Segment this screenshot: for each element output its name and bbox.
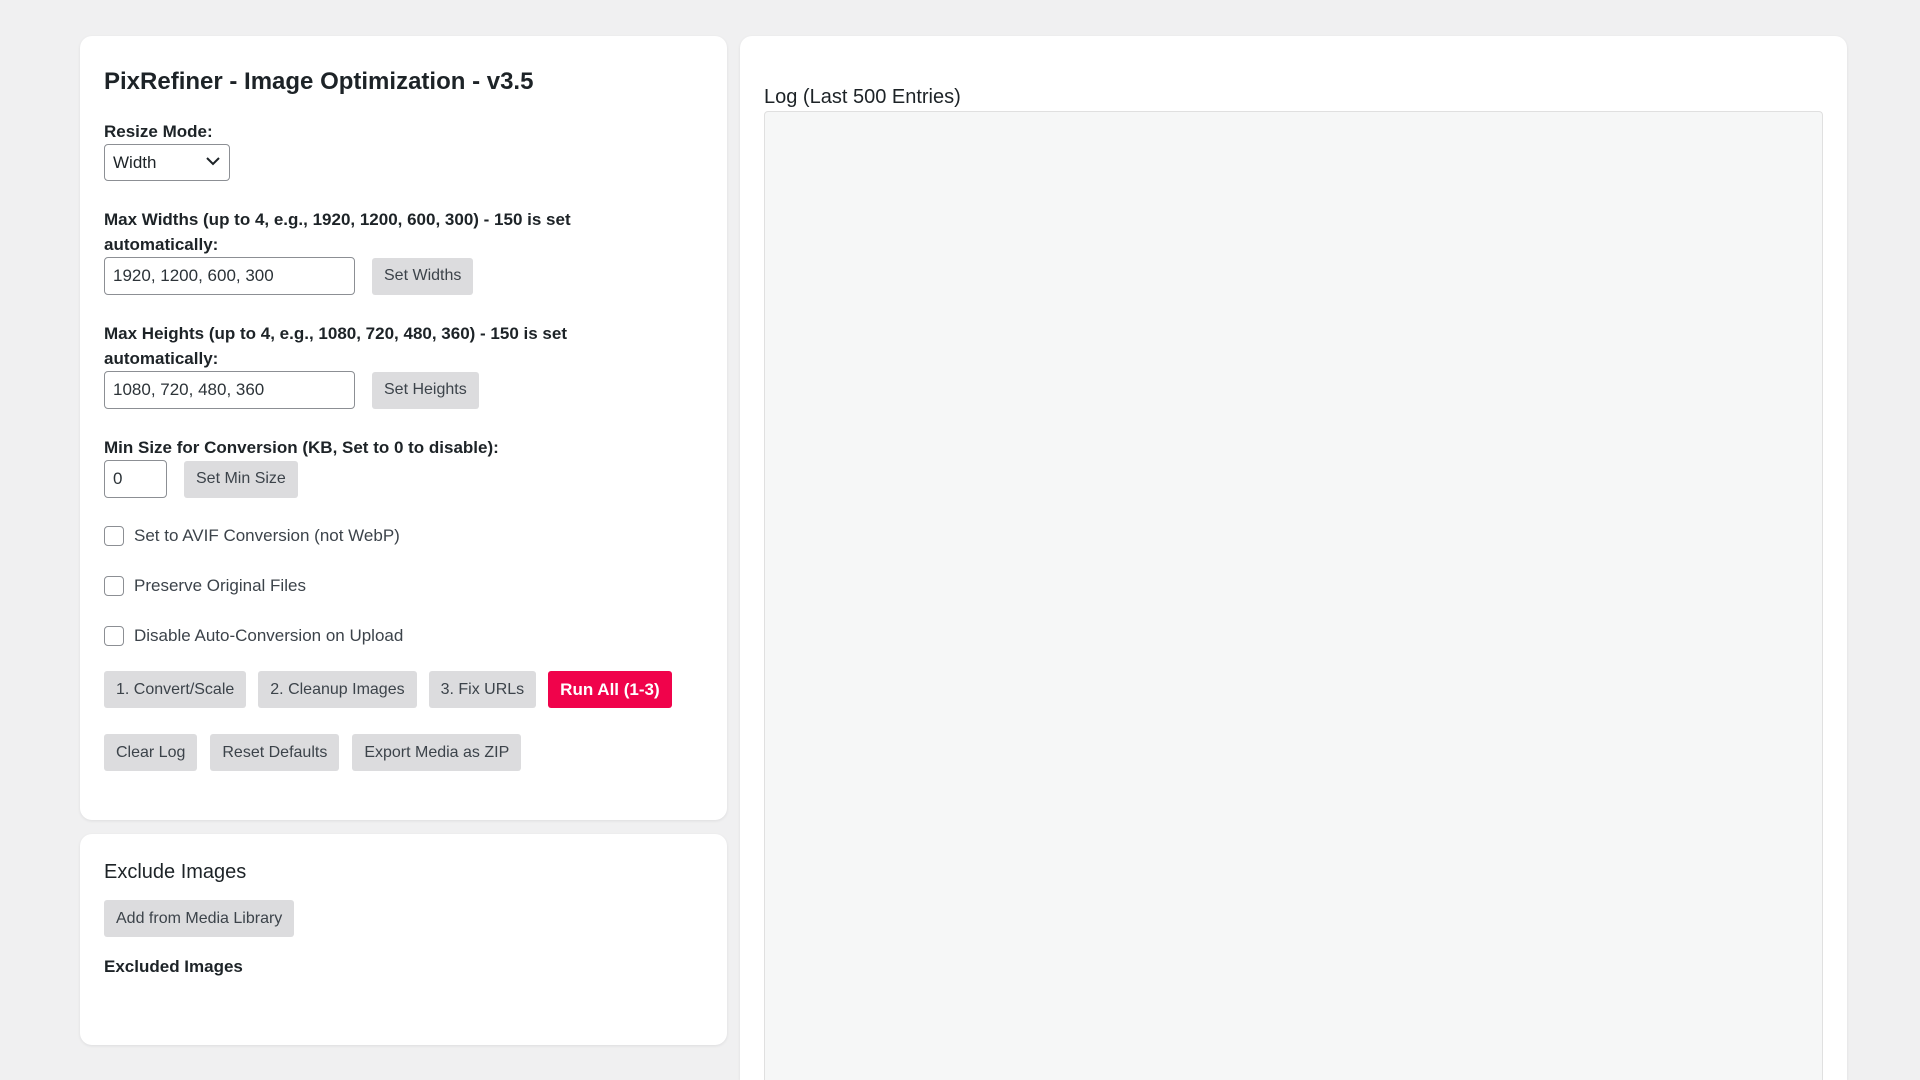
- add-from-media-library-button[interactable]: Add from Media Library: [104, 900, 295, 937]
- convert-scale-button[interactable]: 1. Convert/Scale: [104, 671, 247, 708]
- resize-mode-label: Resize Mode:: [104, 122, 213, 141]
- excluded-images-heading: Excluded Images: [104, 957, 243, 976]
- log-title: Log (Last 500 Entries): [764, 86, 961, 108]
- set-min-size-button[interactable]: Set Min Size: [184, 460, 298, 498]
- max-widths-input[interactable]: [104, 257, 355, 295]
- clear-log-button[interactable]: Clear Log: [104, 734, 198, 771]
- log-output-area[interactable]: [764, 111, 1823, 1080]
- export-media-zip-button[interactable]: Export Media as ZIP: [352, 734, 522, 771]
- avif-checkbox[interactable]: [104, 526, 124, 546]
- disable-auto-conversion-label: Disable Auto-Conversion on Upload: [134, 626, 404, 645]
- min-size-label: Min Size for Conversion (KB, Set to 0 to…: [104, 438, 499, 457]
- exclude-panel: Exclude Images Add from Media Library Ex…: [80, 834, 727, 1045]
- min-size-input[interactable]: [104, 460, 167, 498]
- cleanup-images-button[interactable]: 2. Cleanup Images: [258, 671, 417, 708]
- resize-mode-dropdown[interactable]: Width: [104, 144, 230, 181]
- max-heights-label: Max Heights (up to 4, e.g., 1080, 720, 4…: [104, 324, 567, 368]
- fix-urls-button[interactable]: 3. Fix URLs: [428, 671, 537, 708]
- reset-defaults-button[interactable]: Reset Defaults: [210, 734, 340, 771]
- avif-conversion-option[interactable]: Set to AVIF Conversion (not WebP): [104, 526, 703, 546]
- preserve-originals-option[interactable]: Preserve Original Files: [104, 576, 703, 596]
- page-title: PixRefiner - Image Optimization - v3.5: [104, 68, 534, 95]
- log-panel: Log (Last 500 Entries): [740, 36, 1847, 1080]
- preserve-originals-label: Preserve Original Files: [134, 576, 306, 595]
- settings-panel: PixRefiner - Image Optimization - v3.5 R…: [80, 36, 727, 820]
- set-heights-button[interactable]: Set Heights: [372, 371, 479, 409]
- exclude-images-title: Exclude Images: [104, 861, 247, 883]
- disable-auto-conversion-checkbox[interactable]: [104, 626, 124, 646]
- run-all-button[interactable]: Run All (1-3): [548, 671, 672, 708]
- max-widths-label: Max Widths (up to 4, e.g., 1920, 1200, 6…: [104, 210, 571, 254]
- avif-checkbox-label: Set to AVIF Conversion (not WebP): [134, 526, 400, 545]
- max-heights-input[interactable]: [104, 371, 355, 409]
- resize-mode-select[interactable]: Width: [104, 144, 230, 181]
- disable-auto-conversion-option[interactable]: Disable Auto-Conversion on Upload: [104, 626, 703, 646]
- set-widths-button[interactable]: Set Widths: [372, 257, 474, 295]
- preserve-originals-checkbox[interactable]: [104, 576, 124, 596]
